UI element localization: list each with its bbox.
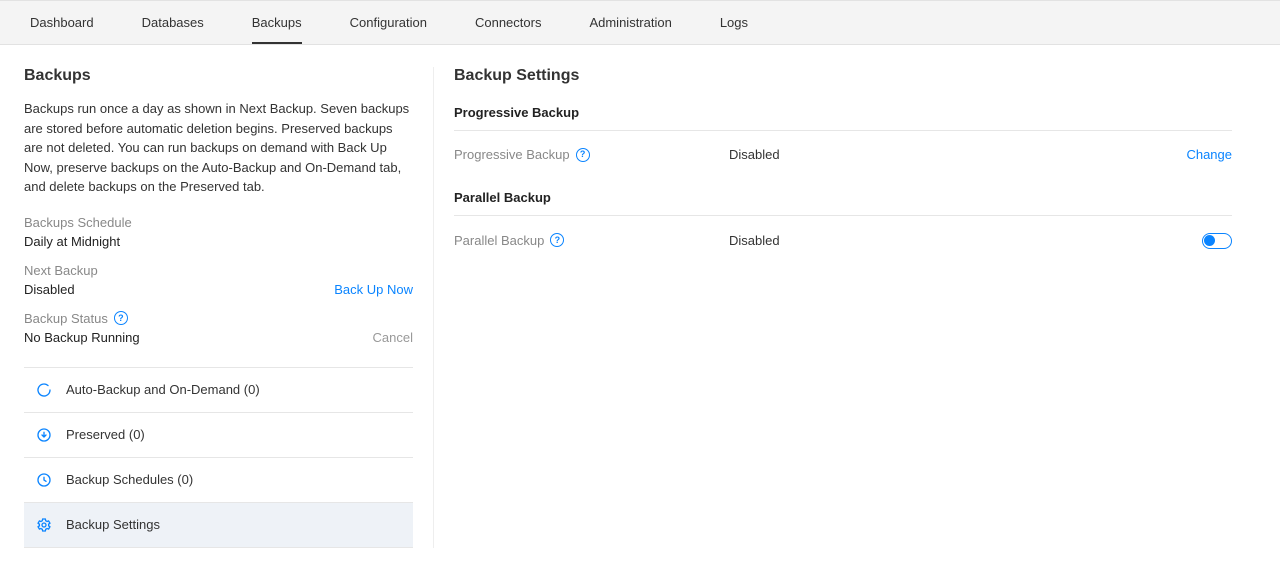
progressive-row: Progressive Backup ? Disabled Change bbox=[454, 131, 1232, 178]
sidebar-item-label: Backup Settings bbox=[66, 517, 160, 532]
sidebar-item-label: Backup Schedules (0) bbox=[66, 472, 193, 487]
schedule-value: Daily at Midnight bbox=[24, 234, 120, 249]
download-icon bbox=[36, 427, 52, 443]
gear-icon bbox=[36, 517, 52, 533]
backup-status-value: No Backup Running bbox=[24, 330, 140, 345]
clock-icon bbox=[36, 472, 52, 488]
parallel-value: Disabled bbox=[729, 233, 1162, 248]
backups-description: Backups run once a day as shown in Next … bbox=[24, 99, 413, 197]
sidebar-item-preserved[interactable]: Preserved (0) bbox=[24, 413, 413, 458]
tab-backups[interactable]: Backups bbox=[252, 1, 302, 44]
backup-now-button[interactable]: Back Up Now bbox=[334, 282, 413, 297]
top-nav: Dashboard Databases Backups Configuratio… bbox=[0, 0, 1280, 45]
help-icon[interactable]: ? bbox=[576, 148, 590, 162]
help-icon[interactable]: ? bbox=[550, 233, 564, 247]
side-nav: Auto-Backup and On-Demand (0) Preserved … bbox=[24, 367, 413, 548]
sidebar-item-auto-backup[interactable]: Auto-Backup and On-Demand (0) bbox=[24, 368, 413, 413]
settings-title: Backup Settings bbox=[454, 67, 1232, 85]
change-button[interactable]: Change bbox=[1186, 147, 1232, 162]
backup-status-label: Backup Status ? bbox=[24, 311, 413, 326]
left-panel: Backups Backups run once a day as shown … bbox=[24, 67, 434, 548]
content-area: Backups Backups run once a day as shown … bbox=[0, 45, 1280, 548]
parallel-toggle[interactable] bbox=[1202, 233, 1232, 249]
schedule-label: Backups Schedule bbox=[24, 215, 413, 230]
tab-administration[interactable]: Administration bbox=[589, 1, 671, 44]
cancel-button[interactable]: Cancel bbox=[373, 330, 413, 345]
next-backup-value: Disabled bbox=[24, 282, 75, 297]
refresh-icon bbox=[36, 382, 52, 398]
parallel-header: Parallel Backup bbox=[454, 184, 1232, 216]
tab-configuration[interactable]: Configuration bbox=[350, 1, 427, 44]
tab-databases[interactable]: Databases bbox=[142, 1, 204, 44]
help-icon[interactable]: ? bbox=[114, 311, 128, 325]
page-title: Backups bbox=[24, 67, 413, 85]
tab-connectors[interactable]: Connectors bbox=[475, 1, 541, 44]
tab-dashboard[interactable]: Dashboard bbox=[30, 1, 94, 44]
progressive-header: Progressive Backup bbox=[454, 99, 1232, 131]
sidebar-item-settings[interactable]: Backup Settings bbox=[24, 503, 413, 548]
parallel-row: Parallel Backup ? Disabled bbox=[454, 216, 1232, 265]
progressive-label: Progressive Backup bbox=[454, 147, 570, 162]
parallel-label: Parallel Backup bbox=[454, 233, 544, 248]
next-backup-label: Next Backup bbox=[24, 263, 413, 278]
right-panel: Backup Settings Progressive Backup Progr… bbox=[434, 67, 1256, 548]
sidebar-item-schedules[interactable]: Backup Schedules (0) bbox=[24, 458, 413, 503]
progressive-value: Disabled bbox=[729, 147, 1162, 162]
sidebar-item-label: Auto-Backup and On-Demand (0) bbox=[66, 382, 260, 397]
sidebar-item-label: Preserved (0) bbox=[66, 427, 145, 442]
tab-logs[interactable]: Logs bbox=[720, 1, 748, 44]
